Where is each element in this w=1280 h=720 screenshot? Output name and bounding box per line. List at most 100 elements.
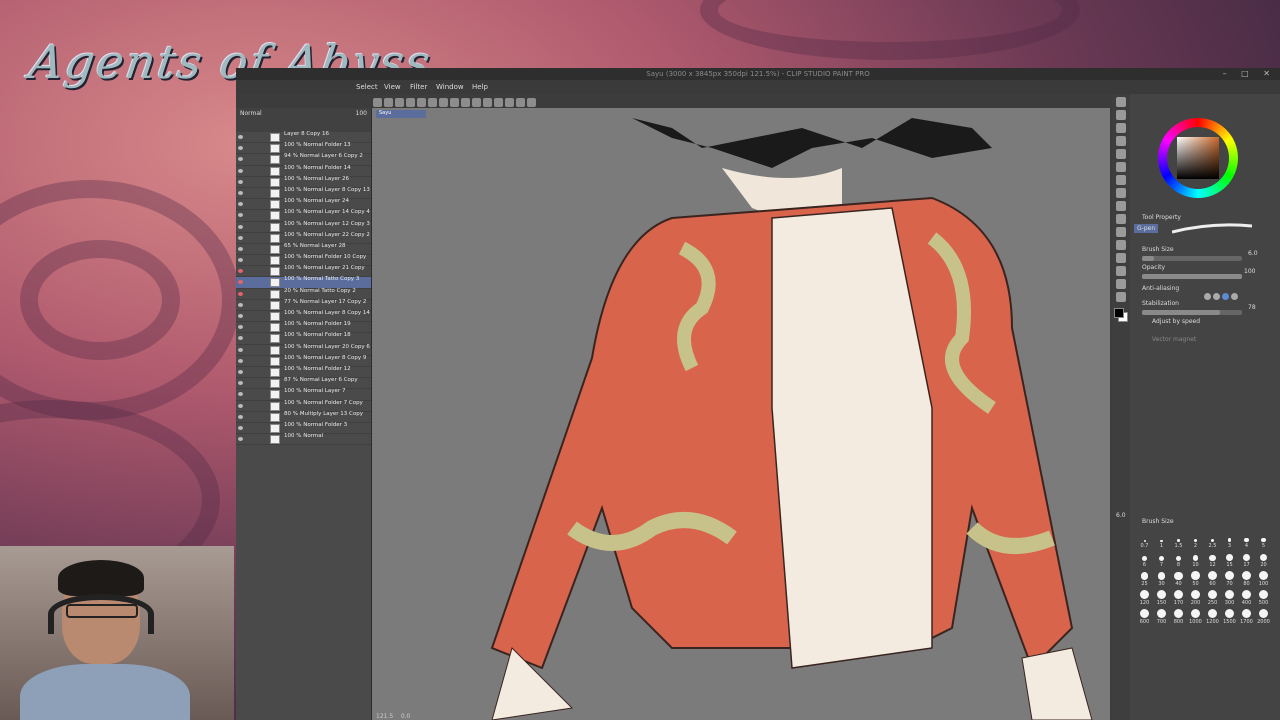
visibility-eye-icon[interactable] bbox=[238, 314, 243, 318]
deselect-icon[interactable] bbox=[461, 98, 470, 107]
layer-row[interactable]: 100 % Normal Tatto Copy 3 bbox=[236, 277, 371, 289]
brush-tool-icon[interactable] bbox=[1116, 188, 1126, 198]
brush-size-swatch[interactable]: 2.5 bbox=[1204, 538, 1221, 549]
brush-size-swatch[interactable]: 40 bbox=[1170, 571, 1187, 587]
layer-row[interactable]: 100 % Normal Layer 7 bbox=[236, 389, 371, 401]
brush-size-swatch[interactable]: 1700 bbox=[1238, 609, 1255, 625]
visibility-eye-icon[interactable] bbox=[238, 392, 243, 397]
brush-size-swatch[interactable]: 80 bbox=[1238, 571, 1255, 587]
visibility-eye-icon[interactable] bbox=[238, 414, 243, 419]
visibility-eye-icon[interactable] bbox=[238, 258, 243, 263]
visibility-eye-icon[interactable] bbox=[238, 246, 243, 251]
angle-value[interactable]: 0.0 bbox=[401, 713, 411, 720]
settings-icon[interactable] bbox=[527, 98, 536, 107]
transform-icon[interactable] bbox=[450, 98, 459, 107]
visibility-eye-icon[interactable] bbox=[238, 425, 243, 430]
visibility-eye-icon[interactable] bbox=[238, 213, 243, 218]
brush-size-swatch[interactable]: 20 bbox=[1255, 553, 1272, 568]
brush-size-swatch[interactable]: 500 bbox=[1255, 590, 1272, 606]
hand-tool-icon[interactable] bbox=[1116, 110, 1126, 120]
stabilization-value[interactable]: 78 bbox=[1248, 304, 1256, 311]
canvas-area[interactable]: Sayu 121.5 0.0 bbox=[372, 108, 1110, 720]
menu-filter[interactable]: Filter bbox=[410, 83, 427, 91]
eyedropper-tool-icon[interactable] bbox=[1116, 149, 1126, 159]
brush-size-swatch[interactable]: 30 bbox=[1153, 572, 1170, 587]
save-icon[interactable] bbox=[395, 98, 404, 107]
brush-size-swatch[interactable]: 60 bbox=[1204, 571, 1221, 587]
brush-size-swatch[interactable]: 1000 bbox=[1187, 609, 1204, 625]
visibility-eye-icon[interactable] bbox=[238, 369, 243, 374]
pencil-tool-icon[interactable] bbox=[1116, 175, 1126, 185]
blend-mode-select[interactable]: Normal bbox=[240, 110, 262, 117]
brush-size-swatch[interactable]: 800 bbox=[1170, 609, 1187, 625]
layer-row[interactable]: 100 % Normal Layer 14 Copy 4 bbox=[236, 210, 371, 222]
visibility-eye-icon[interactable] bbox=[238, 235, 243, 240]
layer-row[interactable]: 100 % Normal bbox=[236, 433, 371, 446]
visibility-eye-icon[interactable] bbox=[238, 135, 243, 139]
visibility-eye-icon[interactable] bbox=[238, 437, 243, 442]
brush-size-swatch[interactable]: 2 bbox=[1187, 538, 1204, 549]
menu-help[interactable]: Help bbox=[472, 83, 488, 91]
layer-row[interactable]: 100 % Normal Folder 18 bbox=[236, 333, 371, 345]
layer-row[interactable]: 100 % Normal Layer 12 Copy 3 bbox=[236, 221, 371, 233]
layer-row[interactable]: 100 % Normal Folder 7 Copy bbox=[236, 400, 371, 412]
brush-size-swatch[interactable]: 70 bbox=[1221, 571, 1238, 587]
balloon-tool-icon[interactable] bbox=[1116, 279, 1126, 289]
saturation-value-square[interactable] bbox=[1177, 137, 1219, 179]
visibility-eye-icon[interactable] bbox=[238, 403, 243, 408]
brush-size-swatch[interactable]: 1500 bbox=[1221, 609, 1238, 625]
snap-icon[interactable] bbox=[516, 98, 525, 107]
visibility-eye-icon[interactable] bbox=[238, 302, 243, 307]
clear-icon[interactable] bbox=[428, 98, 437, 107]
visibility-eye-icon[interactable] bbox=[238, 280, 243, 285]
airbrush-tool-icon[interactable] bbox=[1116, 201, 1126, 211]
brush-size-swatch[interactable]: 25 bbox=[1136, 572, 1153, 587]
color-wheel[interactable] bbox=[1158, 118, 1238, 198]
pen-tool-icon[interactable] bbox=[1116, 162, 1126, 172]
color-swatch[interactable] bbox=[1114, 308, 1128, 322]
brush-size-swatch[interactable]: 4 bbox=[1238, 537, 1255, 549]
visibility-eye-icon[interactable] bbox=[238, 336, 243, 341]
gradient-tool-icon[interactable] bbox=[1116, 240, 1126, 250]
vector-magnet-label[interactable]: Vector magnet bbox=[1152, 336, 1196, 343]
brush-size-swatch[interactable]: 0.7 bbox=[1136, 540, 1153, 549]
open-icon[interactable] bbox=[384, 98, 393, 107]
brush-size-swatch[interactable]: 100 bbox=[1255, 571, 1272, 587]
zoom-tool-icon[interactable] bbox=[1116, 97, 1126, 107]
brush-size-swatch[interactable]: 5 bbox=[1255, 537, 1272, 549]
menu-window[interactable]: Window bbox=[436, 83, 464, 91]
invert-icon[interactable] bbox=[472, 98, 481, 107]
eraser-tool-icon[interactable] bbox=[1116, 214, 1126, 224]
brush-size-swatch[interactable]: 6 bbox=[1136, 556, 1153, 568]
visibility-eye-icon[interactable] bbox=[238, 224, 243, 229]
brush-size-swatch[interactable]: 120 bbox=[1136, 590, 1153, 606]
brush-size-swatch[interactable]: 12 bbox=[1204, 554, 1221, 568]
brush-size-swatch[interactable]: 50 bbox=[1187, 571, 1204, 587]
brush-size-swatch[interactable]: 3 bbox=[1221, 538, 1238, 549]
opacity-value[interactable]: 100 bbox=[1244, 268, 1255, 275]
snap-grid-icon[interactable] bbox=[505, 98, 514, 107]
anti-aliasing-none[interactable] bbox=[1204, 293, 1211, 300]
visibility-eye-icon[interactable] bbox=[238, 325, 243, 330]
new-icon[interactable] bbox=[373, 98, 382, 107]
menu-select[interactable]: Select bbox=[356, 83, 378, 91]
fill-icon[interactable] bbox=[439, 98, 448, 107]
brush-size-swatch[interactable]: 700 bbox=[1153, 609, 1170, 625]
brush-size-swatch[interactable]: 2000 bbox=[1255, 609, 1272, 625]
visibility-eye-icon[interactable] bbox=[238, 146, 243, 151]
brush-size-slider[interactable] bbox=[1142, 256, 1242, 261]
opacity-slider[interactable] bbox=[1142, 274, 1242, 279]
layer-opacity-value[interactable]: 100 bbox=[356, 110, 367, 117]
stabilization-slider[interactable] bbox=[1142, 310, 1242, 315]
brush-size-value[interactable]: 6.0 bbox=[1248, 250, 1258, 257]
subtool-name[interactable]: G-pen bbox=[1134, 224, 1159, 233]
fill-tool-icon[interactable] bbox=[1116, 227, 1126, 237]
brush-size-swatch[interactable]: 150 bbox=[1153, 590, 1170, 606]
snap-ruler-icon[interactable] bbox=[494, 98, 503, 107]
brush-size-swatch[interactable]: 15 bbox=[1221, 554, 1238, 568]
visibility-eye-icon[interactable] bbox=[238, 168, 243, 173]
brush-size-swatch[interactable]: 17 bbox=[1238, 554, 1255, 568]
anti-aliasing-medium[interactable] bbox=[1222, 293, 1229, 300]
brush-size-swatch[interactable]: 300 bbox=[1221, 590, 1238, 606]
brush-size-swatch[interactable]: 10 bbox=[1187, 555, 1204, 568]
